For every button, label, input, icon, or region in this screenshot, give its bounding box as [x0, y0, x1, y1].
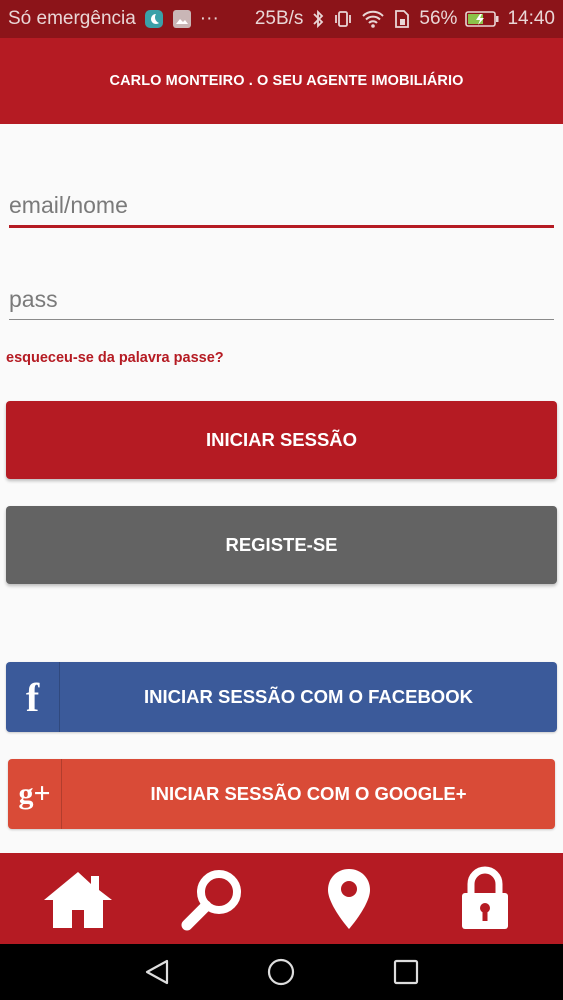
facebook-login-button[interactable]: f INICIAR SESSÃO COM O FACEBOOK [6, 662, 557, 732]
image-app-icon [172, 9, 192, 29]
password-field[interactable] [9, 286, 554, 319]
circle-home-icon [268, 958, 295, 986]
wifi-icon [361, 9, 385, 29]
square-recents-icon [393, 959, 418, 985]
email-field[interactable] [9, 192, 554, 225]
lock-icon [462, 866, 509, 929]
bottom-navigation [0, 853, 563, 944]
login-button[interactable]: INICIAR SESSÃO [6, 401, 557, 479]
back-icon [146, 959, 169, 985]
sim-card-icon [393, 9, 411, 29]
more-notifications-text: ··· [199, 8, 219, 29]
nav-search[interactable] [169, 859, 259, 939]
email-field-underline [9, 225, 554, 228]
google-login-label: INICIAR SESSÃO COM O GOOGLE+ [150, 783, 467, 804]
recents-button[interactable] [386, 952, 426, 992]
password-field-underline [9, 319, 554, 320]
search-icon [181, 869, 241, 930]
page-title: CARLO MONTEIRO . O SEU AGENTE IMOBILIÁRI… [109, 73, 464, 89]
bluetooth-icon [311, 9, 325, 29]
carrier-text: Só emergência [8, 8, 136, 29]
nav-home[interactable] [33, 859, 123, 939]
status-bar: Só emergência ··· 25B/s 56% 14:40 [0, 0, 563, 38]
vibrate-icon [333, 9, 353, 29]
system-navigation-bar [0, 944, 563, 1000]
nav-login[interactable] [440, 859, 530, 939]
moon-app-icon [144, 9, 164, 29]
nav-location[interactable] [304, 859, 394, 939]
facebook-login-label: INICIAR SESSÃO COM O FACEBOOK [144, 686, 473, 707]
battery-charging-icon [465, 9, 499, 29]
google-plus-icon: g+ [8, 759, 62, 829]
email-field-container [9, 192, 554, 228]
app-header: CARLO MONTEIRO . O SEU AGENTE IMOBILIÁRI… [0, 38, 563, 124]
home-button[interactable] [261, 952, 301, 992]
facebook-icon: f [6, 662, 60, 732]
register-button[interactable]: REGISTE-SE [6, 506, 557, 584]
password-field-container [9, 286, 554, 320]
map-pin-icon [328, 868, 371, 929]
google-login-button[interactable]: g+ INICIAR SESSÃO COM O GOOGLE+ [8, 759, 555, 829]
home-icon [43, 871, 112, 928]
clock-text: 14:40 [507, 8, 555, 29]
battery-percent-text: 56% [419, 8, 458, 29]
back-button[interactable] [137, 952, 177, 992]
forgot-password-link[interactable]: esqueceu-se da palavra passe? [6, 350, 224, 366]
net-speed-text: 25B/s [254, 8, 304, 29]
